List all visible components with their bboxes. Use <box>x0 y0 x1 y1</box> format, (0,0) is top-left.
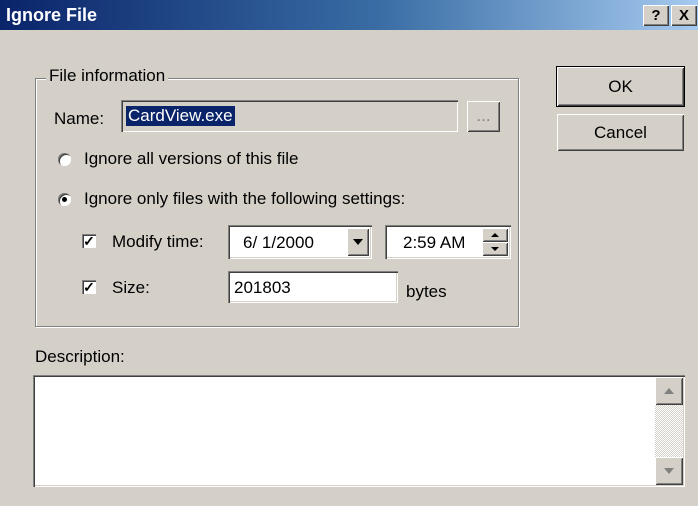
ok-button[interactable]: OK <box>556 66 685 107</box>
time-spin-down[interactable] <box>482 242 508 256</box>
name-label: Name: <box>54 109 105 128</box>
browse-label: ... <box>476 106 491 125</box>
description-label: Description: <box>35 347 125 366</box>
cancel-button[interactable]: Cancel <box>557 114 684 151</box>
file-information-label: File information <box>46 66 169 86</box>
time-spin-up[interactable] <box>482 228 508 242</box>
date-value: 6/ 1/2000 <box>243 233 314 252</box>
cancel-label: Cancel <box>594 123 647 142</box>
ok-label: OK <box>608 77 633 96</box>
time-picker[interactable]: 2:59 AM <box>385 225 511 259</box>
name-field[interactable]: CardView.exe <box>121 100 458 132</box>
help-button[interactable]: ? <box>643 5 669 26</box>
scroll-down-icon <box>664 468 674 474</box>
title-bar[interactable]: Ignore File ? X <box>0 0 698 30</box>
spin-up-icon <box>491 233 499 237</box>
size-value: 201803 <box>234 278 291 297</box>
scroll-down-button[interactable] <box>655 457 683 485</box>
window-title: Ignore File <box>6 5 98 25</box>
name-value: CardView.exe <box>126 106 235 126</box>
radio-ignore-only[interactable] <box>58 193 71 206</box>
description-textarea[interactable] <box>33 375 685 487</box>
modify-time-label: Modify time: <box>112 232 204 251</box>
browse-button[interactable]: ... <box>467 101 500 132</box>
time-value: 2:59 AM <box>403 233 466 252</box>
bytes-label: bytes <box>406 282 447 301</box>
modify-time-checkbox[interactable]: ✓ <box>82 234 96 248</box>
size-label: Size: <box>112 278 150 297</box>
spin-down-icon <box>491 247 499 251</box>
size-input[interactable]: 201803 <box>228 271 398 303</box>
description-scrollbar[interactable] <box>655 377 683 485</box>
date-dropdown-button[interactable] <box>347 228 369 256</box>
close-button[interactable]: X <box>671 5 697 26</box>
date-picker[interactable]: 6/ 1/2000 <box>228 225 372 259</box>
radio-ignore-all[interactable] <box>58 153 71 166</box>
size-checkbox[interactable]: ✓ <box>82 280 96 294</box>
scroll-up-icon <box>664 388 674 394</box>
radio-ignore-all-label[interactable]: Ignore all versions of this file <box>84 149 299 169</box>
radio-ignore-only-label[interactable]: Ignore only files with the following set… <box>84 189 405 209</box>
radio-selected-dot <box>62 197 67 202</box>
scroll-up-button[interactable] <box>655 377 683 405</box>
chevron-down-icon <box>353 239 363 245</box>
ignore-file-dialog: Ignore File ? X File information Name: C… <box>0 0 698 506</box>
